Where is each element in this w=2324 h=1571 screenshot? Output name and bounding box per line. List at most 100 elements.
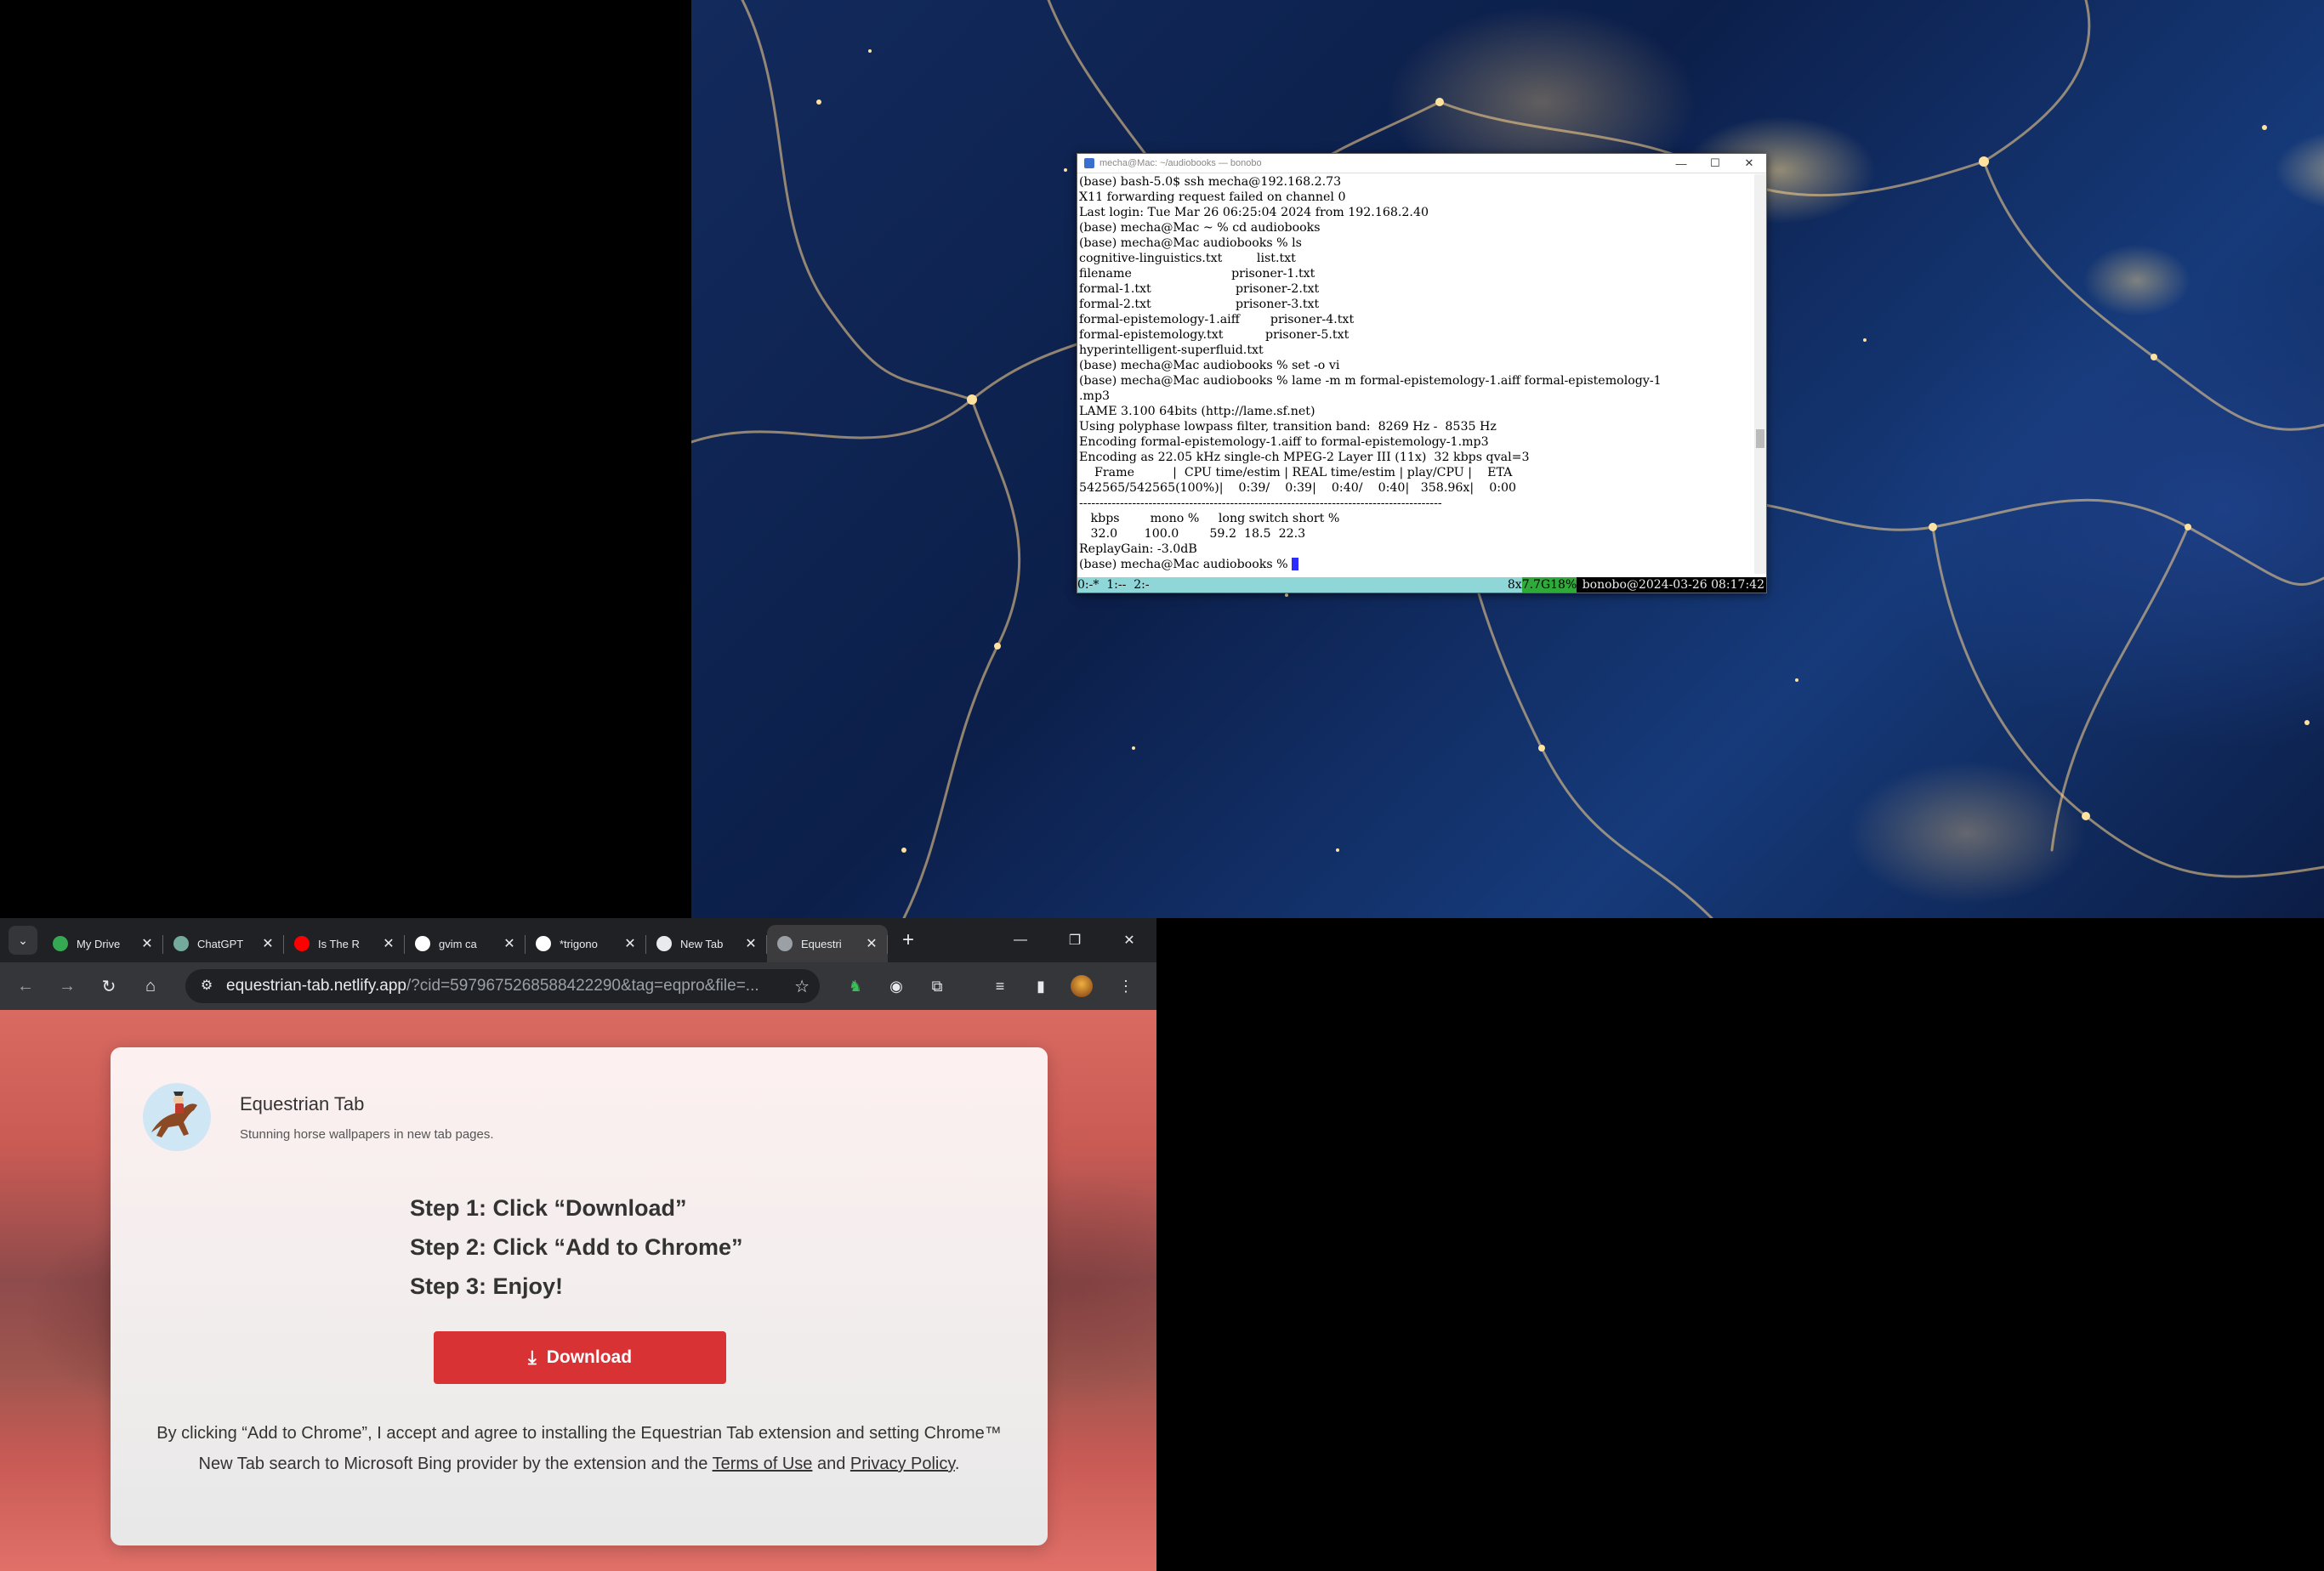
terminal-line: ReplayGain: -3.0dB [1079, 542, 1197, 556]
terminal-scrollbar[interactable] [1754, 174, 1766, 574]
tmux-window-list: 0:-* 1:-- 2:- [1077, 578, 1150, 592]
close-window-button[interactable]: ✕ [1104, 923, 1155, 957]
tab[interactable]: Is The R ✕ [284, 925, 405, 962]
download-button[interactable]: ⤓ Download [434, 1331, 726, 1384]
new-tab-button[interactable]: + [893, 925, 923, 956]
site-info-icon[interactable]: ⚙ [197, 977, 216, 995]
tab-strip: ⌄ My Drive ✕ ChatGPT ✕ Is The R ✕ gvim ca ✕ *tri… [0, 918, 1156, 962]
tab-close-button[interactable]: ✕ [138, 935, 156, 952]
terminal-scroll-thumb[interactable] [1756, 429, 1764, 448]
tab-list: My Drive ✕ ChatGPT ✕ Is The R ✕ gvim ca ✕ *trigo… [43, 918, 888, 962]
terms-of-use-link[interactable]: Terms of Use [713, 1455, 813, 1473]
tab[interactable]: New Tab ✕ [646, 925, 767, 962]
media-control-icon[interactable]: ≡ [986, 973, 1014, 1000]
tab[interactable]: gvim ca ✕ [405, 925, 526, 962]
google-icon [415, 936, 430, 951]
disclaimer-part-2: and the [651, 1455, 713, 1473]
tab-search-button[interactable]: ⌄ [9, 926, 37, 955]
terminal-line: formal-epistemology-1.aiff prisoner-4.tx… [1079, 313, 1355, 326]
address-bar[interactable]: ⚙ equestrian-tab.netlify.app/?cid=597967… [185, 969, 820, 1003]
tab-label: Is The R [318, 937, 360, 950]
terminal-line: formal-2.txt prisoner-3.txt [1079, 298, 1320, 311]
back-button[interactable]: ← [9, 970, 42, 1002]
terminal-line: Using polyphase lowpass filter, transiti… [1079, 420, 1497, 434]
terminal-maximize-button[interactable]: ☐ [1698, 156, 1732, 170]
tab-label: *trigono [560, 937, 598, 950]
terminal-minimize-button[interactable]: — [1664, 157, 1698, 170]
tab-separator [887, 935, 888, 954]
download-label: Download [546, 1347, 633, 1367]
download-icon: ⤓ [527, 1347, 537, 1368]
tab[interactable]: My Drive ✕ [43, 925, 163, 962]
terminal-line: X11 forwarding request failed on channel… [1079, 190, 1346, 204]
terminal-line: ----------------------------------------… [1079, 496, 1442, 510]
tab-close-button[interactable]: ✕ [862, 935, 881, 952]
terminal-line: (base) mecha@Mac audiobooks % [1079, 557, 1751, 572]
terminal-line: Encoding as 22.05 kHz single-ch MPEG-2 L… [1079, 451, 1530, 464]
menu-kebab-icon[interactable]: ⋮ [1112, 973, 1139, 1000]
terminal-window[interactable]: mecha@Mac: ~/audiobooks — bonobo — ☐ ✕ (… [1077, 153, 1767, 593]
home-icon: ⌂ [145, 976, 156, 995]
tab[interactable]: Equestri ✕ [767, 925, 888, 962]
arrow-left-icon: ← [17, 976, 34, 995]
terminal-line: 542565/542565(100%)| 0:39/ 0:39| 0:40/ 0… [1079, 481, 1517, 495]
tmux-host-clock: bonobo@2024-03-26 08:17:42 [1577, 577, 1766, 593]
side-panel-icon[interactable]: ▮ [1027, 973, 1054, 1000]
terminal-line: filename prisoner-1.txt [1079, 267, 1315, 281]
tab-close-button[interactable]: ✕ [742, 935, 760, 952]
tab-label: ChatGPT [197, 937, 244, 950]
disclaimer-text: By clicking “Add to Chrome”, I accept an… [145, 1418, 1014, 1479]
home-button[interactable]: ⌂ [134, 970, 167, 1002]
tmux-status-bar: 0:-* 1:-- 2:- 8x 7.7G18% bonobo@2024-03-… [1077, 577, 1766, 593]
tab-close-button[interactable]: ✕ [379, 935, 398, 952]
terminal-title: mecha@Mac: ~/audiobooks — bonobo [1099, 158, 1262, 168]
tab-label: gvim ca [439, 937, 477, 950]
tmux-memory: 7.7G18% [1521, 577, 1577, 593]
page-content: Equestrian Tab Stunning horse wallpapers… [0, 1010, 1156, 1571]
browser-window[interactable]: ⌄ My Drive ✕ ChatGPT ✕ Is The R ✕ gvim ca ✕ *tri… [0, 918, 1156, 1571]
terminal-line: kbps mono % long switch short % [1079, 512, 1340, 525]
tab[interactable]: ChatGPT ✕ [163, 925, 284, 962]
camera-icon[interactable]: ◉ [883, 973, 910, 1000]
install-card: Equestrian Tab Stunning horse wallpapers… [111, 1047, 1048, 1545]
terminal-line: .mp3 [1079, 389, 1111, 403]
forward-button[interactable]: → [51, 970, 83, 1002]
step-2: Step 2: Click “Add to Chrome” [410, 1234, 743, 1260]
chevron-down-icon: ⌄ [18, 933, 28, 947]
tmux-load: 8x [1507, 578, 1522, 592]
google-drive-icon [53, 936, 68, 951]
minimize-button[interactable]: — [995, 923, 1046, 957]
horse-jumping-icon [151, 1092, 197, 1137]
bookmark-star-icon[interactable]: ☆ [794, 976, 810, 997]
extensions-icon[interactable]: ⧉ [923, 973, 951, 1000]
globe-icon [777, 936, 793, 951]
tab-close-button[interactable]: ✕ [500, 935, 519, 952]
terminal-line: LAME 3.100 64bits (http://lame.sf.net) [1079, 405, 1315, 418]
arrow-right-icon: → [59, 976, 76, 995]
url-text[interactable]: equestrian-tab.netlify.app/?cid=59796752… [226, 977, 779, 995]
terminal-line: (base) mecha@Mac audiobooks % set -o vi [1079, 359, 1340, 372]
extension-puzzle-green-icon[interactable]: ♞ [842, 973, 869, 1000]
tab-label: Equestri [801, 937, 842, 950]
terminal-line: Encoding formal-epistemology-1.aiff to f… [1079, 435, 1489, 449]
terminal-line: (base) mecha@Mac ~ % cd audiobooks [1079, 221, 1321, 235]
terminal-line: formal-1.txt prisoner-2.txt [1079, 282, 1320, 296]
app-tagline: Stunning horse wallpapers in new tab pag… [240, 1127, 494, 1142]
tab-close-button[interactable]: ✕ [621, 935, 639, 952]
tab[interactable]: *trigono ✕ [526, 925, 646, 962]
restore-button[interactable]: ❐ [1049, 923, 1100, 957]
terminal-line: cognitive-linguistics.txt list.txt [1079, 252, 1296, 265]
privacy-policy-link[interactable]: Privacy Policy [850, 1455, 955, 1473]
profile-avatar[interactable] [1068, 973, 1095, 1000]
url-host: equestrian-tab.netlify.app [226, 977, 406, 995]
terminal-titlebar[interactable]: mecha@Mac: ~/audiobooks — bonobo — ☐ ✕ [1077, 154, 1766, 173]
tab-label: My Drive [77, 937, 121, 950]
terminal-close-button[interactable]: ✕ [1732, 156, 1766, 170]
app-logo [143, 1083, 211, 1151]
url-path: /?cid=5979675268588422290&tag=eqpro&file… [406, 977, 759, 995]
tab-close-button[interactable]: ✕ [259, 935, 277, 952]
terminal-line: (base) mecha@Mac audiobooks % ls [1079, 236, 1302, 250]
terminal-line: Frame | CPU time/estim | REAL time/estim… [1079, 466, 1513, 479]
reload-button[interactable]: ↻ [93, 970, 125, 1002]
terminal-output[interactable]: (base) bash-5.0$ ssh mecha@192.168.2.73 X… [1079, 174, 1751, 574]
